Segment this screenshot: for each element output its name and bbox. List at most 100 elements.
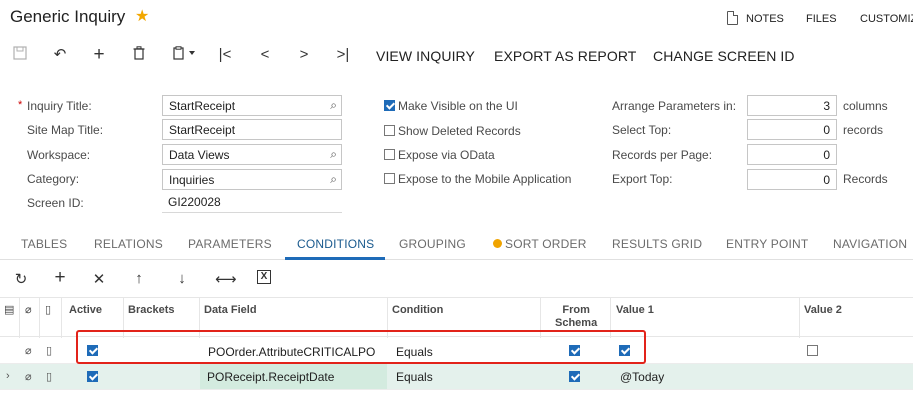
tab-relations[interactable]: RELATIONS <box>94 237 163 251</box>
export-top-field[interactable]: 0 <box>747 169 837 190</box>
show-deleted-label: Show Deleted Records <box>398 124 521 138</box>
inquiry-title-label: Inquiry Title: <box>27 99 92 113</box>
site-map-title-field[interactable]: StartReceipt <box>162 119 342 140</box>
move-down-icon[interactable]: ↓ <box>172 270 192 287</box>
from-schema-line1: From <box>562 304 590 316</box>
data-field-cell[interactable]: POReceipt.ReceiptDate <box>200 364 387 389</box>
workspace-field[interactable]: Data Views ⌕ <box>162 144 342 165</box>
from-schema-checkbox[interactable] <box>569 371 580 382</box>
inquiry-title-field[interactable]: StartReceipt ⌕ <box>162 95 342 116</box>
delete-icon[interactable] <box>130 46 148 64</box>
checkbox-icon[interactable] <box>384 149 395 160</box>
delete-row-icon[interactable]: ✕ <box>89 270 109 288</box>
column-active[interactable]: Active <box>69 304 102 317</box>
next-record-icon[interactable]: > <box>295 46 313 64</box>
arrange-params-suffix: columns <box>843 99 888 113</box>
note-icon[interactable]: ▯ <box>46 344 52 357</box>
records-per-page-field[interactable]: 0 <box>747 144 837 165</box>
screen-id-field: GI220028 <box>162 192 342 213</box>
note-icon[interactable]: ▯ <box>46 370 52 383</box>
condition-cell[interactable]: Equals <box>396 370 433 384</box>
refresh-icon[interactable]: ↻ <box>11 270 31 288</box>
attachment-icon[interactable]: ⌀ <box>25 370 32 383</box>
title-bar: Generic Inquiry ★ NOTES FILES CUSTOMIZ <box>0 0 913 36</box>
change-screen-id-button[interactable]: CHANGE SCREEN ID <box>653 48 795 64</box>
tab-entry-point[interactable]: ENTRY POINT <box>726 237 808 251</box>
move-up-icon[interactable]: ↑ <box>129 270 149 287</box>
arrange-params-label: Arrange Parameters in: <box>612 99 737 113</box>
expose-mobile-label: Expose to the Mobile Application <box>398 172 572 186</box>
first-record-icon[interactable]: |< <box>216 46 234 64</box>
search-icon[interactable]: ⌕ <box>330 98 337 113</box>
copy-paste-icon[interactable] <box>168 46 202 64</box>
expose-odata-checkbox[interactable]: Expose via OData <box>384 148 495 162</box>
customize-link[interactable]: CUSTOMIZ <box>860 13 913 25</box>
column-brackets[interactable]: Brackets <box>128 304 174 317</box>
export-top-label: Export Top: <box>612 172 673 186</box>
files-link[interactable]: FILES <box>806 13 837 25</box>
row-pointer-icon: › <box>6 370 10 382</box>
save-icon[interactable] <box>11 46 29 64</box>
records-per-page-label: Records per Page: <box>612 148 713 162</box>
column-data-field[interactable]: Data Field <box>204 304 257 317</box>
last-record-icon[interactable]: >| <box>334 46 352 64</box>
inquiry-title-value: StartReceipt <box>169 99 236 113</box>
checkbox-icon[interactable] <box>384 125 395 136</box>
warning-icon <box>493 239 502 248</box>
workspace-label: Workspace: <box>27 148 91 162</box>
note-header-icon: ▯ <box>45 304 52 316</box>
expose-odata-label: Expose via OData <box>398 148 495 162</box>
active-checkbox[interactable] <box>87 371 98 382</box>
category-field[interactable]: Inquiries ⌕ <box>162 169 342 190</box>
expose-mobile-checkbox[interactable]: Expose to the Mobile Application <box>384 172 571 186</box>
column-value1[interactable]: Value 1 <box>616 304 654 317</box>
tab-sort-order-label: SORT ORDER <box>505 237 587 251</box>
column-from-schema[interactable]: From Schema <box>555 304 597 330</box>
make-visible-checkbox[interactable]: Make Visible on the UI <box>384 99 518 113</box>
checkbox-checked-icon[interactable] <box>384 100 395 111</box>
column-condition[interactable]: Condition <box>392 304 443 317</box>
row-selector-header-icon: ▤ <box>4 304 15 316</box>
table-row[interactable]: › ⌀ ▯ POReceipt.ReceiptDate Equals @Toda… <box>0 364 913 390</box>
undo-icon[interactable]: ↶ <box>51 46 69 64</box>
search-icon[interactable]: ⌕ <box>330 172 337 187</box>
view-inquiry-button[interactable]: VIEW INQUIRY <box>376 48 475 64</box>
page-title: Generic Inquiry <box>10 7 126 26</box>
value1-cell[interactable]: @Today <box>620 370 664 384</box>
fit-columns-icon[interactable]: ⟷ <box>215 270 237 288</box>
tab-navigation[interactable]: NAVIGATION <box>833 237 907 251</box>
tab-sort-order[interactable]: SORT ORDER <box>493 237 587 251</box>
required-marker: * <box>18 99 23 111</box>
export-top-suffix: Records <box>843 172 888 186</box>
screen-id-label: Screen ID: <box>27 196 84 210</box>
tab-grouping[interactable]: GROUPING <box>399 237 466 251</box>
checkbox-icon[interactable] <box>384 173 395 184</box>
export-as-report-button[interactable]: EXPORT AS REPORT <box>494 48 636 64</box>
tab-conditions[interactable]: CONDITIONS <box>297 237 374 251</box>
select-top-field[interactable]: 0 <box>747 119 837 140</box>
value2-checkbox[interactable] <box>807 345 818 356</box>
tab-parameters[interactable]: PARAMETERS <box>188 237 272 251</box>
column-divider <box>799 298 800 338</box>
show-deleted-checkbox[interactable]: Show Deleted Records <box>384 124 521 138</box>
favorite-star-icon[interactable]: ★ <box>135 6 149 26</box>
notes-link[interactable]: NOTES <box>746 13 784 25</box>
tab-results-grid[interactable]: RESULTS GRID <box>612 237 702 251</box>
site-map-title-label: Site Map Title: <box>27 123 104 137</box>
attachment-icon[interactable]: ⌀ <box>25 344 32 357</box>
add-row-icon[interactable]: + <box>50 267 70 289</box>
previous-record-icon[interactable]: < <box>256 46 274 64</box>
make-visible-label: Make Visible on the UI <box>398 99 518 113</box>
notes-icon[interactable] <box>727 11 738 25</box>
tab-tables[interactable]: TABLES <box>21 237 67 251</box>
column-value2[interactable]: Value 2 <box>804 304 842 317</box>
arrange-params-field[interactable]: 3 <box>747 95 837 116</box>
from-schema-line2: Schema <box>555 317 598 329</box>
search-icon[interactable]: ⌕ <box>330 147 337 162</box>
site-map-title-value: StartReceipt <box>169 123 236 137</box>
highlight-annotation-box <box>76 330 646 364</box>
export-excel-icon[interactable]: X <box>257 270 271 284</box>
column-divider <box>39 298 40 338</box>
add-icon[interactable]: + <box>90 45 108 64</box>
attachment-header-icon: ⌀ <box>25 304 32 316</box>
